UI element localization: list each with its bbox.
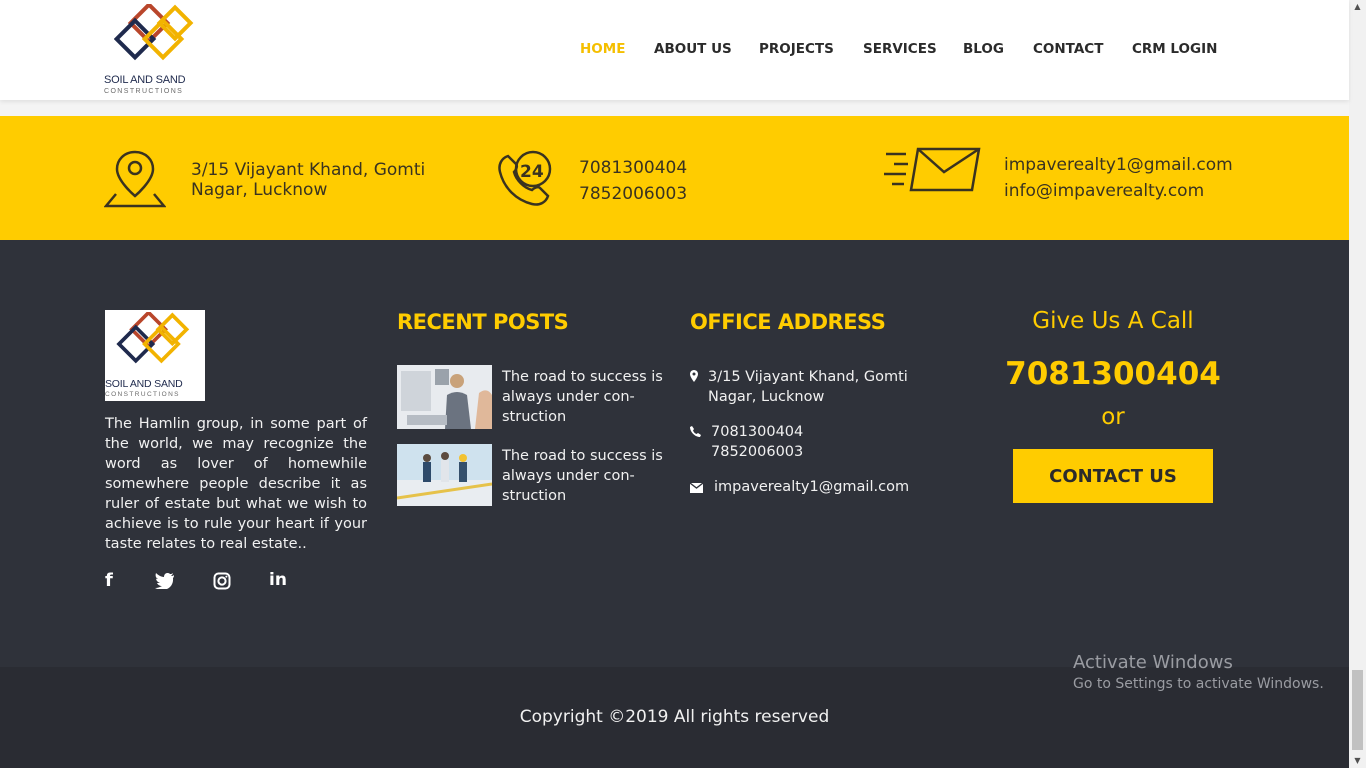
logo-mark-icon — [114, 4, 194, 61]
page-scrollbar[interactable]: ▲ ▼ — [1349, 0, 1366, 768]
recent-post-item[interactable]: The road to success is always under con-… — [397, 444, 667, 506]
recent-posts-heading: RECENT POSTS — [397, 310, 569, 334]
nav-crm-login[interactable]: CRM LOGIN — [1132, 41, 1217, 57]
office-phone-2[interactable]: 7852006003 — [711, 442, 890, 462]
footer-logo-name: SOIL AND SAND — [105, 378, 183, 390]
meeting-image-icon — [397, 365, 492, 429]
nav-about-us[interactable]: ABOUT US — [654, 41, 732, 57]
instagram-icon[interactable] — [213, 572, 231, 590]
office-email: impaverealty1@gmail.com — [690, 477, 930, 497]
nav-blog[interactable]: BLOG — [963, 41, 1004, 57]
twitter-icon[interactable] — [155, 573, 175, 589]
site-footer: SOIL AND SAND CONSTRUCTIONS The Hamlin g… — [0, 240, 1349, 667]
post-thumbnail[interactable] — [397, 444, 492, 506]
linkedin-icon[interactable]: in — [269, 570, 287, 590]
post-thumbnail[interactable] — [397, 365, 492, 429]
copyright-text: Copyright ©2019 All rights reserved — [519, 707, 830, 727]
envelope-icon — [690, 483, 703, 493]
header-gap — [0, 100, 1349, 116]
logo-mark-icon — [116, 312, 190, 364]
recent-post-item[interactable]: The road to success is always under con-… — [397, 365, 667, 429]
call-title: Give Us A Call — [1032, 308, 1194, 334]
email-envelope-icon — [884, 147, 981, 192]
office-address-heading: OFFICE ADDRESS — [690, 310, 886, 334]
call-or-text: or — [1101, 404, 1125, 430]
office-email-text[interactable]: impaverealty1@gmail.com — [714, 477, 930, 497]
workers-image-icon — [397, 444, 492, 506]
facebook-icon[interactable]: f — [105, 570, 113, 591]
footer-about-text: The Hamlin group, in some part of the wo… — [105, 416, 367, 552]
nav-projects[interactable]: PROJECTS — [759, 41, 834, 57]
phone-icon — [690, 426, 701, 437]
footer-logo: SOIL AND SAND CONSTRUCTIONS — [105, 310, 205, 401]
contact-us-button[interactable]: CONTACT US — [1013, 449, 1213, 503]
footer-logo-subtitle: CONSTRUCTIONS — [105, 391, 180, 398]
office-phone-1[interactable]: 7081300404 — [711, 422, 890, 442]
logo-name: SOIL AND SAND — [104, 74, 186, 86]
infobar-phone-1[interactable]: 7081300404 — [579, 156, 687, 180]
nav-contact[interactable]: CONTACT — [1033, 41, 1103, 57]
post-title[interactable]: The road to success is always under con-… — [502, 446, 667, 506]
nav-home[interactable]: HOME — [580, 41, 625, 57]
scroll-thumb[interactable] — [1352, 670, 1363, 750]
logo-subtitle: CONSTRUCTIONS — [104, 88, 184, 95]
site-header: SOIL AND SAND CONSTRUCTIONS HOME ABOUT U… — [0, 0, 1349, 100]
office-address: 3/15 Vijayant Khand, Gomti Nagar, Luckno… — [690, 367, 960, 407]
contact-info-bar: 3/15 Vijayant Khand, Gomti Nagar, Luckno… — [0, 116, 1349, 240]
phone-24-badge: 24 — [520, 162, 544, 182]
scroll-down-arrow-icon[interactable]: ▼ — [1349, 754, 1366, 768]
scroll-up-arrow-icon[interactable]: ▲ — [1349, 0, 1366, 14]
activate-windows-title: Activate Windows — [1073, 652, 1233, 673]
site-logo[interactable]: SOIL AND SAND CONSTRUCTIONS — [104, 4, 208, 98]
infobar-address: 3/15 Vijayant Khand, Gomti Nagar, Luckno… — [191, 160, 426, 200]
office-address-text: 3/15 Vijayant Khand, Gomti Nagar, Luckno… — [708, 369, 908, 405]
infobar-email-1[interactable]: impaverealty1@gmail.com — [1004, 153, 1233, 177]
nav-services[interactable]: SERVICES — [863, 41, 937, 57]
map-marker-icon — [690, 370, 698, 382]
call-number[interactable]: 7081300404 — [993, 356, 1233, 392]
location-pin-icon — [104, 150, 166, 208]
infobar-email-2[interactable]: info@impaverealty.com — [1004, 179, 1204, 203]
office-phones: 7081300404 7852006003 — [690, 422, 890, 462]
activate-windows-subtitle: Go to Settings to activate Windows. — [1073, 676, 1324, 692]
infobar-phone-2[interactable]: 7852006003 — [579, 182, 687, 206]
post-title[interactable]: The road to success is always under con-… — [502, 367, 667, 427]
